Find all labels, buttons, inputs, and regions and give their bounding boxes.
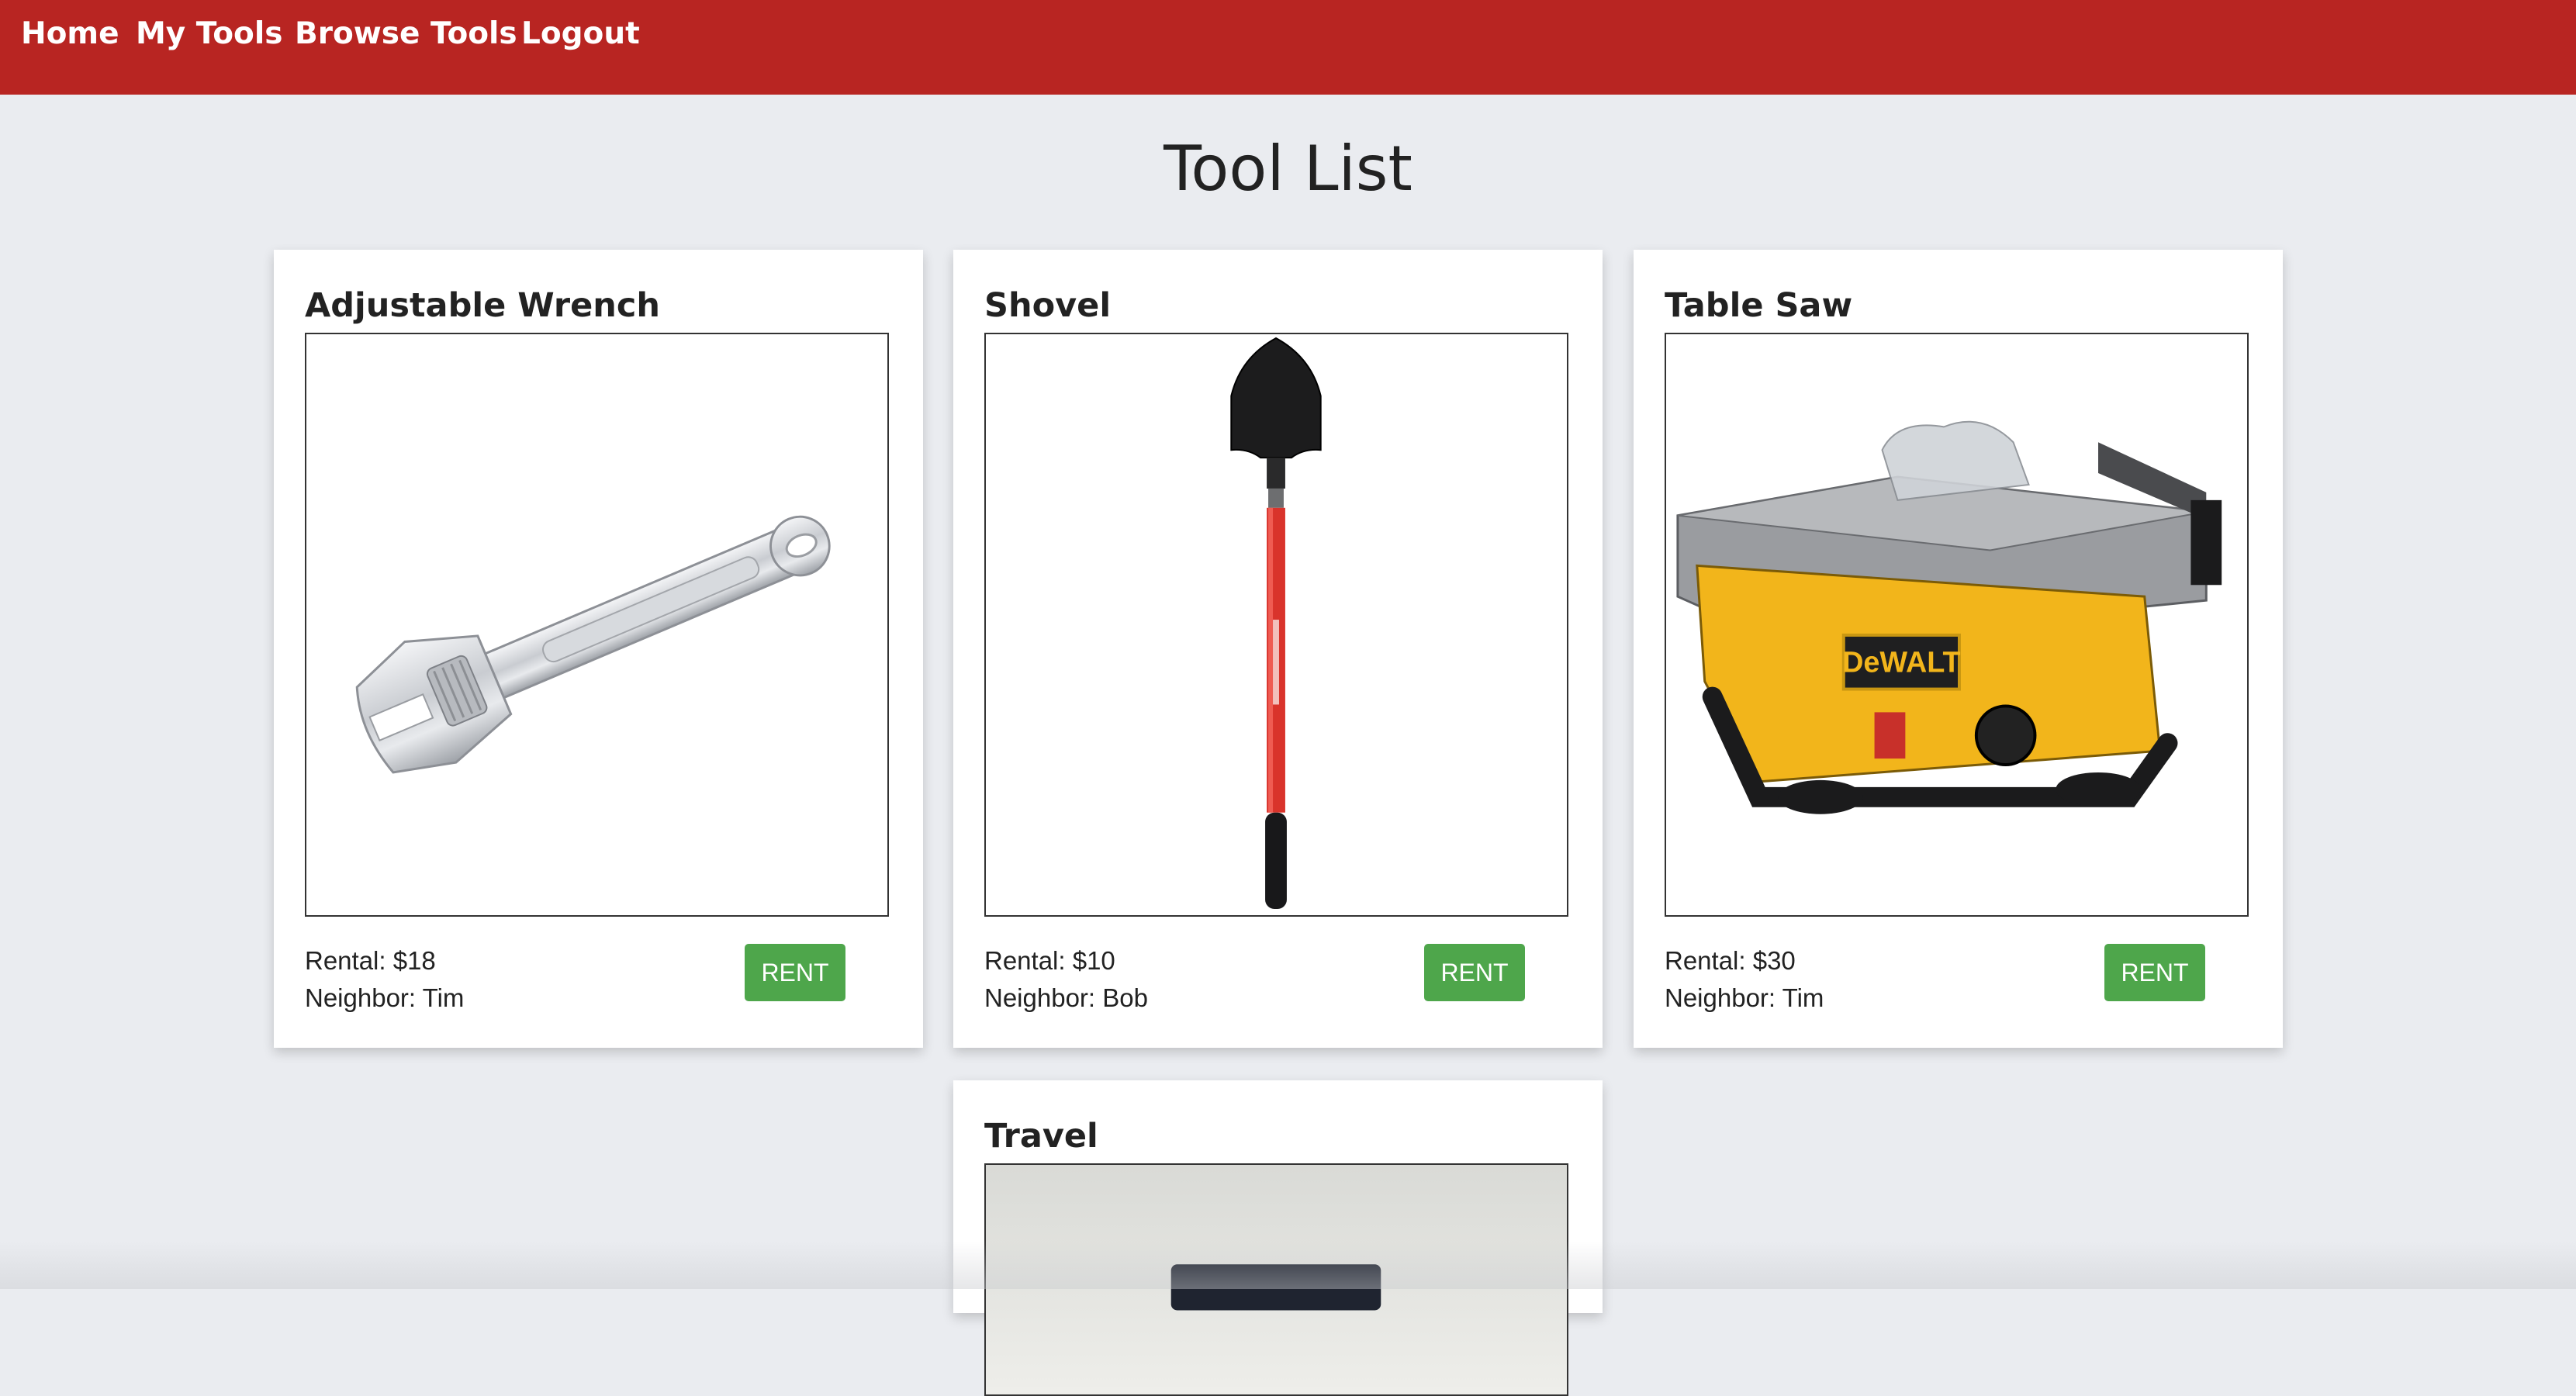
wrench-image [305,333,889,917]
travel-icon [1170,1264,1381,1311]
table-saw-image: DeWALT [1665,333,2249,917]
tool-card-table-saw: Table Saw DeWALT Rental: $30 Neighbor: T… [1634,250,2283,1048]
neighbor-name: Neighbor: Tim [1665,983,1824,1012]
neighbor-name: Neighbor: Bob [984,983,1148,1012]
tool-card-travel: Travel [953,1080,1603,1396]
neighbor-name: Neighbor: Tim [305,983,465,1012]
rent-button[interactable]: RENT [2104,944,2205,1001]
rent-button[interactable]: RENT [1424,944,1525,1001]
rental-price: Rental: $30 [1665,946,1796,975]
shovel-image [984,333,1568,917]
nav-home-link[interactable]: Home [21,12,119,56]
tool-name: Table Saw [1665,286,1853,325]
nav-browse-tools-link[interactable]: Browse Tools [295,12,517,56]
rental-price: Rental: $18 [305,946,436,975]
tool-name: Adjustable Wrench [305,286,660,325]
nav-logout-link[interactable]: Logout [521,12,640,56]
shovel-icon [1230,337,1322,910]
tool-name: Shovel [984,286,1112,325]
travel-image [984,1163,1568,1396]
svg-text:DeWALT: DeWALT [1842,647,1961,679]
rent-button[interactable]: RENT [745,944,845,1001]
tool-card-adjustable-wrench: Adjustable Wrench Rental: $18 Neighbor: … [274,250,923,1048]
tool-card-shovel: Shovel Rental: $10 Neighbor: Bob RENT [953,250,1603,1048]
tool-name: Travel [984,1117,1098,1156]
rental-price: Rental: $10 [984,946,1115,975]
wrench-icon [355,515,831,774]
top-navbar: Home My Tools Browse Tools Logout [0,0,2576,95]
nav-my-tools-link[interactable]: My Tools [136,12,282,56]
table-saw-icon: DeWALT [1676,420,2222,814]
page-title: Tool List [1164,133,1412,205]
